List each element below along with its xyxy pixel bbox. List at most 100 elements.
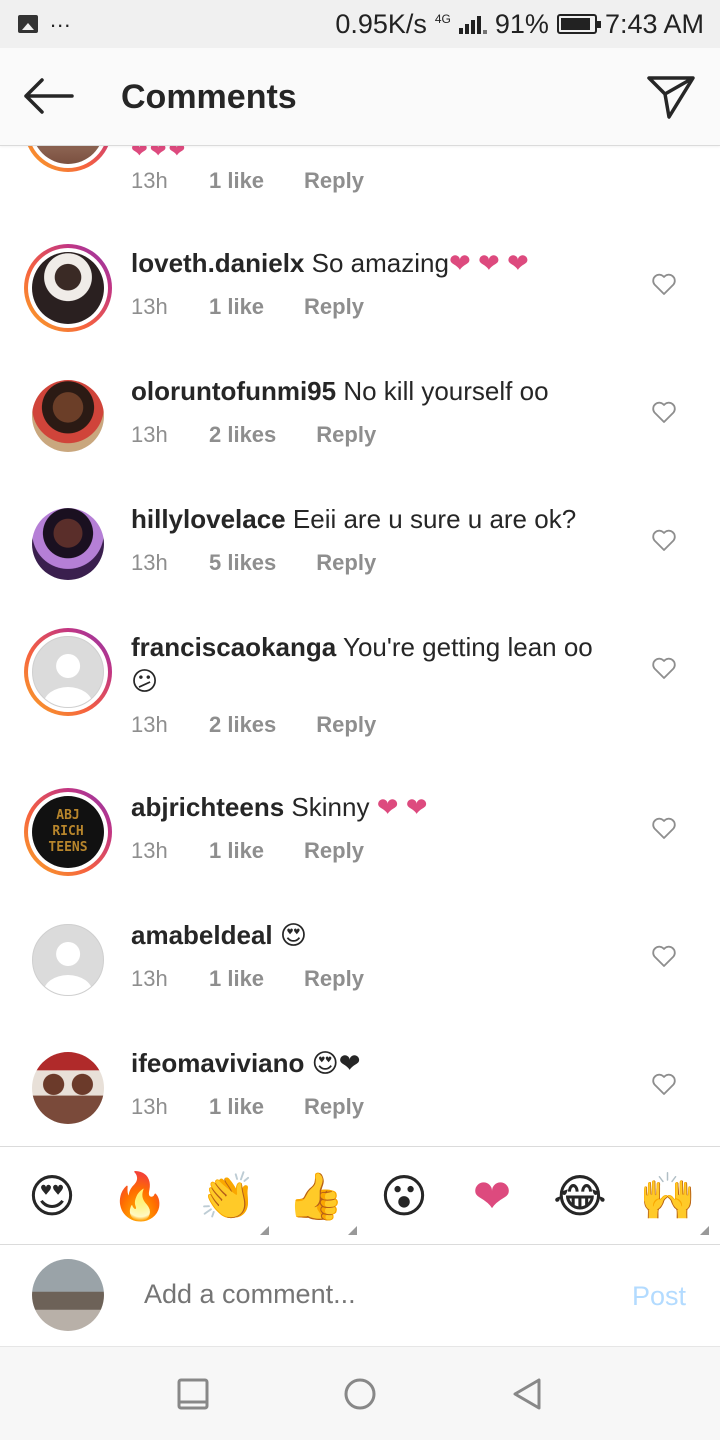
comment-meta: 13h 1 like Reply (131, 966, 364, 992)
network-speed: 0.95K/s (335, 8, 427, 39)
thumbs-up-emoji-button[interactable]: 👍 (281, 1169, 357, 1235)
comment-username[interactable]: ifeomaviviano (131, 1048, 304, 1078)
direct-send-icon[interactable] (646, 74, 696, 120)
comment-emoji: 😍 (279, 920, 307, 950)
raised-hands-emoji: 🙌 (639, 1169, 697, 1222)
avatar (32, 508, 104, 580)
comments-list[interactable]: ❤❤❤ 13h 1 like Reply loveth.danielx So a… (0, 146, 720, 1146)
comment-item: loveth.danielx So amazing❤ ❤ ❤ 13h 1 lik… (0, 242, 720, 370)
avatar: ABJ RICH TEENS (32, 796, 104, 868)
comment-text: So amazing (311, 248, 449, 278)
back-nav-icon[interactable] (510, 1377, 544, 1411)
comment-likes[interactable]: 1 like (209, 838, 264, 864)
like-heart-icon[interactable] (651, 528, 677, 552)
comment-emoji: ❤ ❤ ❤ (448, 248, 529, 278)
fire-emoji-button[interactable]: 🔥 (105, 1173, 175, 1219)
reply-button[interactable]: Reply (304, 168, 364, 194)
comment-likes[interactable]: 2 likes (209, 422, 276, 448)
like-heart-icon[interactable] (651, 656, 677, 680)
comment-meta: 13h 1 like Reply (131, 168, 364, 194)
signal-icon (458, 14, 487, 34)
avatar-wrapper[interactable] (24, 372, 112, 460)
comment-time: 13h (131, 550, 168, 575)
comment-text: You're getting lean oo (342, 632, 593, 662)
reply-button[interactable]: Reply (316, 422, 376, 448)
heart-eyes-emoji-button[interactable]: 😍 (17, 1173, 87, 1219)
clock: 7:43 AM (604, 8, 704, 39)
comment-username[interactable]: loveth.danielx (131, 248, 304, 278)
like-heart-icon[interactable] (651, 944, 677, 968)
comment-input[interactable] (144, 1279, 584, 1310)
heart-emoji-button[interactable]: ❤ (457, 1173, 527, 1219)
skin-tone-indicator-icon (348, 1225, 357, 1235)
comment-text: Skinny (291, 792, 370, 822)
comment-username[interactable]: hillylovelace (131, 504, 286, 534)
avatar-story-ring[interactable] (24, 244, 112, 332)
comment-likes[interactable]: 1 like (209, 294, 264, 320)
comment-username[interactable]: oloruntofunmi95 (131, 376, 336, 406)
battery-level (560, 18, 591, 30)
comment-likes[interactable]: 1 like (209, 966, 264, 992)
avatar-logo-text: ABJ RICH TEENS (48, 808, 88, 855)
recent-apps-icon[interactable] (176, 1377, 210, 1411)
page-title: Comments (121, 78, 297, 116)
avatar (32, 380, 104, 452)
comment-emoji: 😕 (131, 666, 159, 696)
avatar-wrapper[interactable] (24, 500, 112, 588)
avatar-story-ring[interactable]: ABJ RICH TEENS (24, 788, 112, 876)
comment-item: ifeomaviviano 😍❤ 13h 1 like Reply (0, 1042, 720, 1146)
clap-emoji-button[interactable]: 👏 (193, 1173, 269, 1235)
comment-likes[interactable]: 5 likes (209, 550, 276, 576)
comment-text: Eeii are u sure u are ok? (292, 504, 577, 534)
thumbs-up-emoji: 👍 (287, 1169, 345, 1222)
back-arrow-icon[interactable] (22, 76, 74, 116)
reply-button[interactable]: Reply (316, 712, 376, 738)
comment-time: 13h (131, 712, 168, 737)
more-notifications-icon: ... (50, 7, 72, 32)
comment-username[interactable]: franciscaokanga (131, 632, 336, 662)
comment-likes[interactable]: 1 like (209, 168, 264, 194)
default-avatar-icon (32, 636, 104, 708)
avatar-story-ring[interactable] (24, 628, 112, 716)
skin-tone-indicator-icon (700, 1225, 709, 1235)
reply-button[interactable]: Reply (304, 838, 364, 864)
comment-meta: 13h 2 likes Reply (131, 422, 376, 448)
comment-text: No kill yourself oo (343, 376, 549, 406)
comment-meta: 13h 1 like Reply (131, 1094, 364, 1120)
like-heart-icon[interactable] (651, 816, 677, 840)
avatar-wrapper[interactable] (24, 916, 112, 1004)
comment-username[interactable]: abjrichteens (131, 792, 284, 822)
avatar-story-ring[interactable] (24, 146, 112, 172)
current-user-avatar (32, 1259, 104, 1331)
laughing-emoji-button[interactable]: 😂 (545, 1173, 615, 1219)
comment-emoji: ❤ ❤ (376, 792, 428, 822)
comment-likes[interactable]: 2 likes (209, 712, 276, 738)
comment-emoji: 😍❤ (311, 1048, 361, 1078)
avatar (32, 252, 104, 324)
system-nav-bar (0, 1346, 720, 1440)
network-type: 4G (434, 12, 451, 26)
post-button[interactable]: Post (632, 1281, 686, 1312)
reply-button[interactable]: Reply (304, 1094, 364, 1120)
home-icon[interactable] (343, 1377, 377, 1411)
comment-item: ABJ RICH TEENS abjrichteens Skinny ❤ ❤ 1… (0, 786, 720, 914)
comment-username[interactable]: amabeldeal (131, 920, 273, 950)
surprised-emoji-button[interactable]: 😮 (369, 1173, 439, 1219)
comment-item: amabeldeal 😍 13h 1 like Reply (0, 914, 720, 1042)
reply-button[interactable]: Reply (304, 294, 364, 320)
comment-likes[interactable]: 1 like (209, 1094, 264, 1120)
comment-item: oloruntofunmi95 No kill yourself oo 13h … (0, 370, 720, 498)
reply-button[interactable]: Reply (316, 550, 376, 576)
reply-button[interactable]: Reply (304, 966, 364, 992)
like-heart-icon[interactable] (651, 1072, 677, 1096)
header: Comments (0, 48, 720, 146)
comment-time: 13h (131, 422, 168, 447)
default-avatar-icon (32, 924, 104, 996)
raised-hands-emoji-button[interactable]: 🙌 (633, 1169, 709, 1235)
avatar (32, 1052, 104, 1124)
like-heart-icon[interactable] (651, 272, 677, 296)
like-heart-icon[interactable] (651, 400, 677, 424)
avatar (32, 146, 104, 164)
comment-meta: 13h 5 likes Reply (131, 550, 376, 576)
avatar-wrapper[interactable] (24, 1044, 112, 1132)
